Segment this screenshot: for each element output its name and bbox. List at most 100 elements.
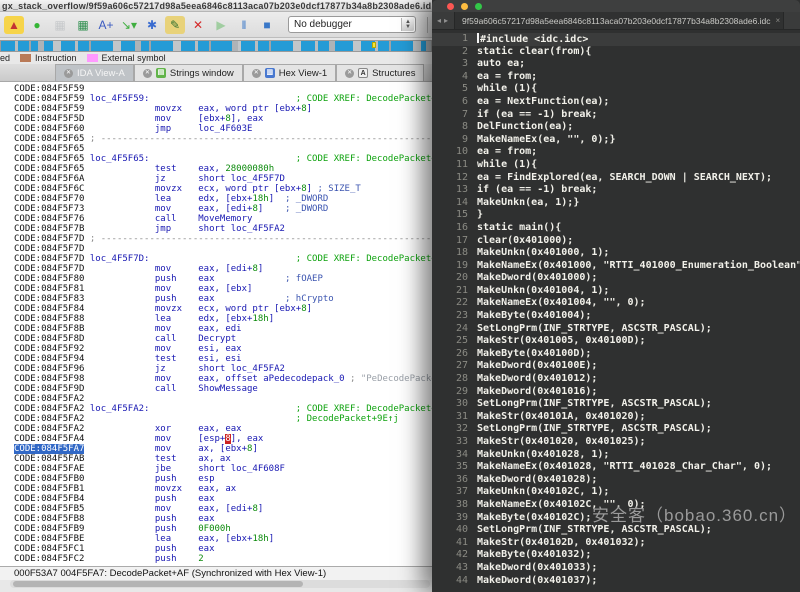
asm-line[interactable]: CODE:084F5F59 movzx eax, word ptr [ebx+8…	[14, 104, 432, 114]
run-debugger-icon[interactable]: ▶	[211, 16, 231, 34]
asm-line[interactable]: CODE:084F5F65	[14, 144, 432, 154]
code-line[interactable]: 8DelFunction(ea);	[432, 121, 800, 134]
asm-line[interactable]: CODE:084F5F73 mov eax, [edi+8] ; _DWORD	[14, 204, 432, 214]
code-line[interactable]: 4ea = from;	[432, 71, 800, 84]
code-line[interactable]: 7if (ea == -1) break;	[432, 109, 800, 122]
asm-line[interactable]: CODE:084F5F6A jz short loc_4F5F7D	[14, 174, 432, 184]
editor-titlebar[interactable]	[432, 0, 800, 12]
analysis-indicator-icon[interactable]: ●	[27, 16, 47, 34]
asm-line[interactable]: CODE:084F5F6C movzx ecx, word ptr [ebx+8…	[14, 184, 432, 194]
code-line[interactable]: 20MakeDword(0x401000);	[432, 272, 800, 285]
asm-line[interactable]: CODE:084F5F88 lea edx, [ebx+18h]	[14, 314, 432, 324]
code-line[interactable]: 21MakeUnkn(0x401004, 1);	[432, 285, 800, 298]
editor-file-tab[interactable]: 9f59a606c57217d98a5eea6846c8113aca07b203…	[454, 12, 784, 29]
asm-line[interactable]: CODE:084F5F96 jz short loc_4F5FA2	[14, 364, 432, 374]
code-line[interactable]: 5while (1){	[432, 83, 800, 96]
asm-line[interactable]: CODE:084F5F65 loc_4F5F65: ; CODE XREF: D…	[14, 154, 432, 164]
tab-close-icon[interactable]: ✕	[143, 69, 152, 78]
code-line[interactable]: 12ea = FindExplored(ea, SEARCH_DOWN | SE…	[432, 172, 800, 185]
asm-line[interactable]: CODE:084F5FAE jbe short loc_4F608F	[14, 464, 432, 474]
code-line[interactable]: 26MakeByte(0x40100D);	[432, 348, 800, 361]
code-line[interactable]: 15}	[432, 209, 800, 222]
code-line[interactable]: 41MakeStr(0x40102D, 0x401032);	[432, 537, 800, 550]
code-line[interactable]: 17clear(0x401000);	[432, 235, 800, 248]
asm-line[interactable]: CODE:084F5FAB test ax, ax	[14, 454, 432, 464]
tab-ida-view-a[interactable]: ✕IDA View-A	[55, 64, 134, 81]
pause-debugger-icon[interactable]: ‖	[234, 16, 254, 34]
combo-stepper-icon[interactable]: ▲▼	[401, 18, 414, 31]
horizontal-scrollbar[interactable]	[10, 580, 430, 588]
close-window-icon[interactable]	[447, 3, 454, 10]
asm-line[interactable]: CODE:084F5FB4 push eax	[14, 494, 432, 504]
asm-line[interactable]: CODE:084F5F7D mov eax, [edi+8]	[14, 264, 432, 274]
asm-line[interactable]: CODE:084F5FB1 movzx eax, ax	[14, 484, 432, 494]
asm-line[interactable]: CODE:084F5FBE lea eax, [ebx+18h]	[14, 534, 432, 544]
add-struct-icon[interactable]: ▦	[73, 16, 93, 34]
code-line[interactable]: 24SetLongPrm(INF_STRTYPE, ASCSTR_PASCAL)…	[432, 323, 800, 336]
asm-line[interactable]: CODE:084F5F8D call Decrypt	[14, 334, 432, 344]
code-line[interactable]: 40SetLongPrm(INF_STRTYPE, ASCSTR_PASCAL)…	[432, 524, 800, 537]
asm-line[interactable]: CODE:084F5F76 call MoveMemory	[14, 214, 432, 224]
asm-line[interactable]: CODE:084F5F81 mov eax, [ebx]	[14, 284, 432, 294]
asm-line[interactable]: CODE:084F5FA2 loc_4F5FA2: ; CODE XREF: D…	[14, 404, 432, 414]
asm-line[interactable]: CODE:084F5FA2 xor eax, eax	[14, 424, 432, 434]
code-line[interactable]: 18MakeUnkn(0x401000, 1);	[432, 247, 800, 260]
tab-close-icon[interactable]: ✕	[64, 69, 73, 78]
asm-line[interactable]: CODE:084F5F84 movzx ecx, word ptr [ebx+8…	[14, 304, 432, 314]
tab-forward-icon[interactable]: ▸	[444, 16, 448, 25]
code-line[interactable]: 28MakeDword(0x401012);	[432, 373, 800, 386]
asm-line[interactable]: CODE:084F5F9D call ShowMessage	[14, 384, 432, 394]
stop-debugger-icon[interactable]: ■	[257, 16, 277, 34]
asm-line[interactable]: CODE:084F5FB5 mov eax, [edi+8]	[14, 504, 432, 514]
warning-triangle-icon[interactable]: ▲	[4, 16, 24, 34]
asm-line[interactable]: CODE:084F5F8B mov eax, edi	[14, 324, 432, 334]
code-line[interactable]: 25MakeStr(0x401005, 0x40100D);	[432, 335, 800, 348]
asm-line[interactable]: CODE:084F5F65 ; ------------------------…	[14, 134, 432, 144]
code-line[interactable]: 13if (ea == -1) break;	[432, 184, 800, 197]
zoom-window-icon[interactable]	[475, 3, 482, 10]
asm-line[interactable]: CODE:084F5F60 jmp loc_4F603E	[14, 124, 432, 134]
asm-line[interactable]: CODE:084F5F5D mov [ebx+8], eax	[14, 114, 432, 124]
asm-line[interactable]: CODE:084F5FA7 mov ax, [ebx+8]	[14, 444, 432, 454]
scrollbar-thumb[interactable]	[13, 581, 303, 587]
code-line[interactable]: 44MakeDword(0x401037);	[432, 575, 800, 588]
tab-structures[interactable]: ✕AStructures	[336, 64, 424, 81]
asm-line[interactable]: CODE:084F5F7D	[14, 244, 432, 254]
code-line[interactable]: 11while (1){	[432, 159, 800, 172]
code-line[interactable]: 42MakeByte(0x401032);	[432, 549, 800, 562]
asm-line[interactable]: CODE:084F5F94 test esi, esi	[14, 354, 432, 364]
asm-line[interactable]: CODE:084F5FC1 push eax	[14, 544, 432, 554]
tab-hex-view-1[interactable]: ✕▥Hex View-1	[243, 64, 336, 81]
asm-line[interactable]: CODE:084F5F7D loc_4F5F7D: ; CODE XREF: D…	[14, 254, 432, 264]
asm-line[interactable]: CODE:084F5F92 mov esi, eax	[14, 344, 432, 354]
asm-line[interactable]: CODE:084F5F98 mov eax, offset aPedecodep…	[14, 374, 432, 384]
asm-line[interactable]: CODE:084F5F83 push eax ; hCrypto	[14, 294, 432, 304]
code-line[interactable]: 3auto ea;	[432, 58, 800, 71]
cancel-icon[interactable]: ✕	[188, 16, 208, 34]
tab-back-icon[interactable]: ◂	[437, 16, 441, 25]
add-name-icon[interactable]: A+	[96, 16, 116, 34]
code-line[interactable]: 30SetLongPrm(INF_STRTYPE, ASCSTR_PASCAL)…	[432, 398, 800, 411]
tab-strings-window[interactable]: ✕▤Strings window	[134, 64, 243, 81]
code-line[interactable]: 9MakeNameEx(ea, "", 0);}	[432, 134, 800, 147]
code-line[interactable]: 35MakeNameEx(0x401028, "RTTI_401028_Char…	[432, 461, 800, 474]
debugger-select[interactable]: No debugger ▲▼	[288, 16, 416, 33]
code-line[interactable]: 16static main(){	[432, 222, 800, 235]
asm-line[interactable]: CODE:084F5F7D ; ------------------------…	[14, 234, 432, 244]
code-line[interactable]: 6ea = NextFunction(ea);	[432, 96, 800, 109]
code-line[interactable]: 33MakeStr(0x401020, 0x401025);	[432, 436, 800, 449]
asm-line[interactable]: CODE:084F5F80 push eax ; fOAEP	[14, 274, 432, 284]
code-line[interactable]: 27MakeDword(0x40100E);	[432, 360, 800, 373]
code-line[interactable]: 36MakeDword(0x401028);	[432, 474, 800, 487]
code-line[interactable]: 32SetLongPrm(INF_STRTYPE, ASCSTR_PASCAL)…	[432, 423, 800, 436]
minimize-window-icon[interactable]	[461, 3, 468, 10]
asm-line[interactable]: CODE:084F5FB9 push 0F000h	[14, 524, 432, 534]
navigation-band[interactable]	[0, 40, 432, 52]
tab-close-icon[interactable]: ✕	[252, 69, 261, 78]
asm-line[interactable]: CODE:084F5FA4 mov [esp+8], eax	[14, 434, 432, 444]
code-line[interactable]: 10ea = from;	[432, 146, 800, 159]
code-line[interactable]: 2static clear(from){	[432, 46, 800, 59]
code-line[interactable]: 29MakeDword(0x401016);	[432, 386, 800, 399]
plugin-icon[interactable]: ✱	[142, 16, 162, 34]
code-line[interactable]: 37MakeUnkn(0x40102C, 1);	[432, 486, 800, 499]
